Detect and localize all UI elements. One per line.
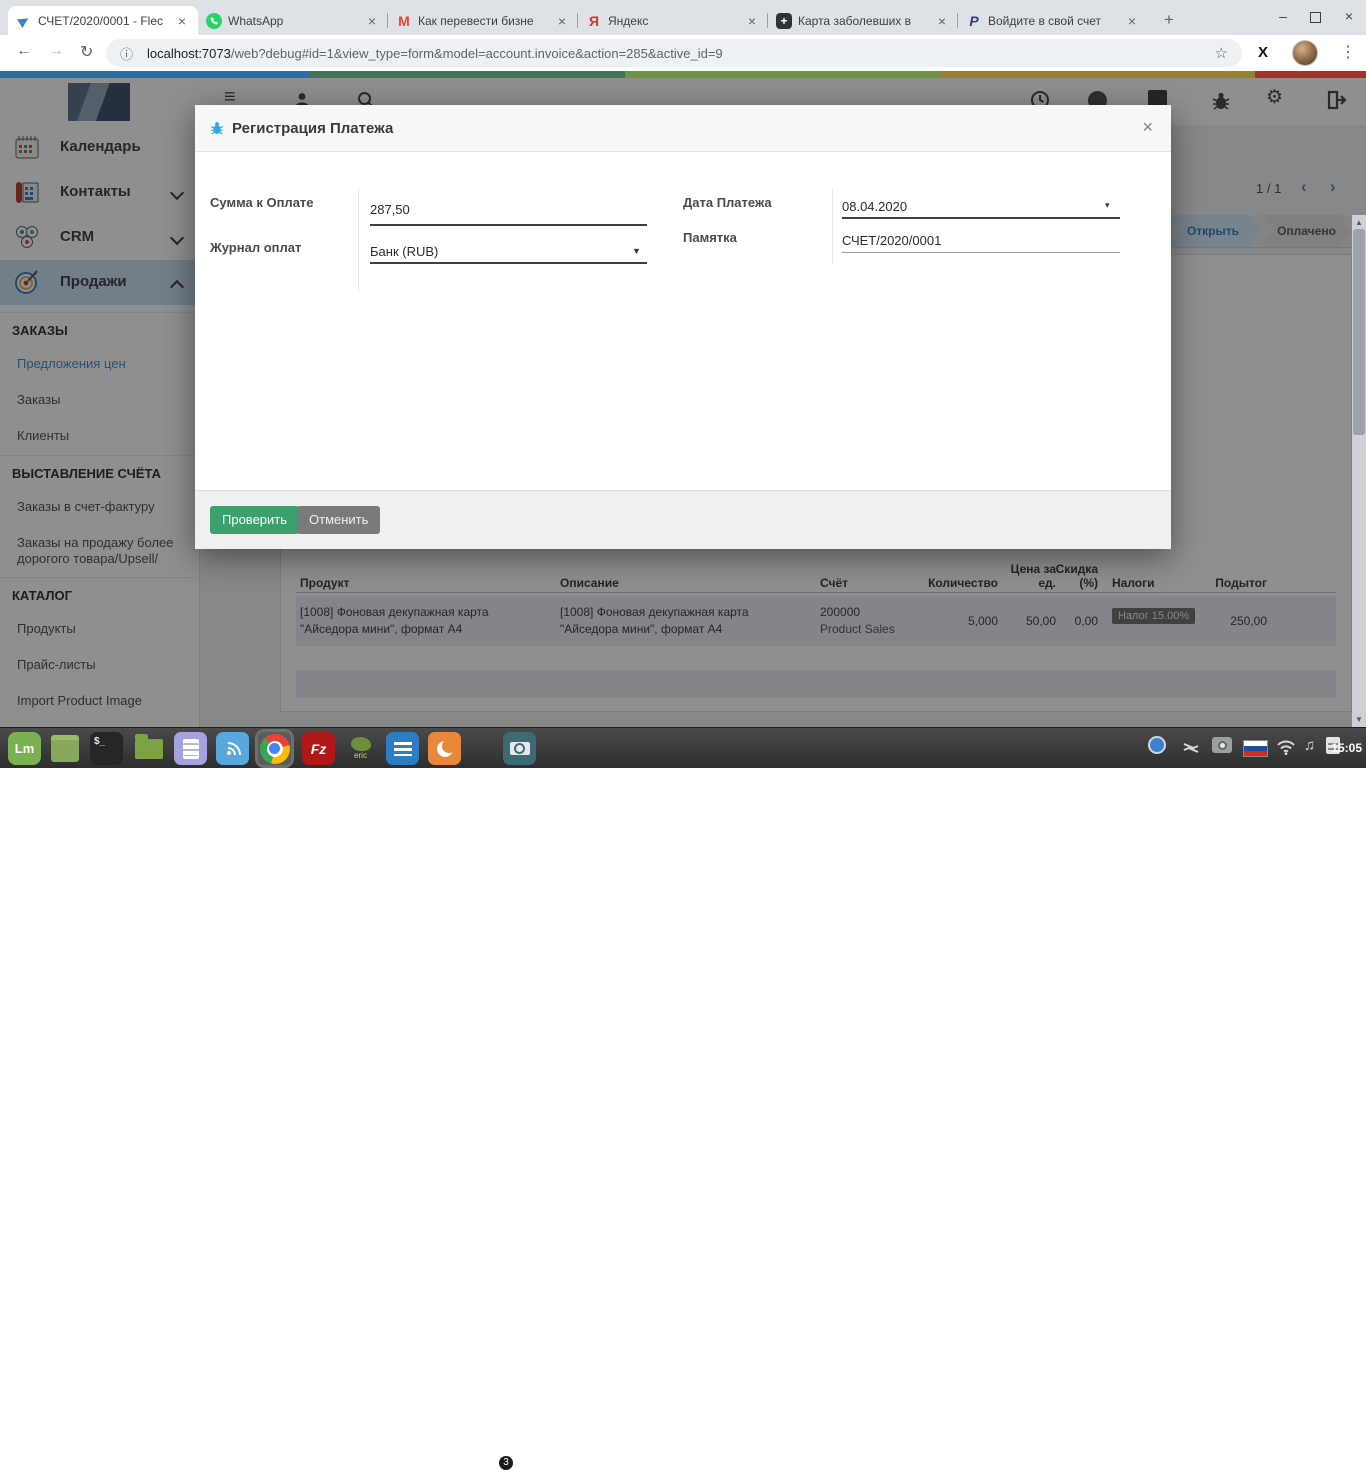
taskbar: Lm $_ Fz eric 3 ♫ 15:05 xyxy=(0,727,1366,768)
site-info-icon[interactable]: ⓘ xyxy=(120,44,133,63)
file-manager-icon[interactable] xyxy=(132,732,165,765)
new-tab-button[interactable]: + xyxy=(1156,7,1182,33)
modal-close-icon[interactable]: × xyxy=(1142,117,1153,138)
remote-viewer-icon[interactable] xyxy=(216,732,249,765)
form-column-divider xyxy=(832,188,833,264)
page-scrollbar[interactable]: ▲ ▼ xyxy=(1352,215,1366,727)
taskbar-clock: 15:05 xyxy=(1331,741,1362,755)
scroll-down-icon[interactable]: ▼ xyxy=(1352,715,1366,724)
nvidia-icon[interactable] xyxy=(1212,737,1232,753)
scrollbar-thumb[interactable] xyxy=(1353,229,1365,435)
paypal-favicon: P xyxy=(966,13,982,29)
cancel-button[interactable]: Отменить xyxy=(297,506,380,534)
url-host: localhost:7073 xyxy=(147,46,231,61)
window-restore-button[interactable] xyxy=(1300,0,1330,35)
map-favicon: + xyxy=(776,13,792,29)
browser-menu-icon[interactable]: ⋮ xyxy=(1340,42,1356,62)
tab-close-icon[interactable]: × xyxy=(364,13,380,29)
payment-date-label: Дата Платежа xyxy=(683,195,772,210)
bug-icon xyxy=(209,120,225,136)
keyboard-layout-ru-flag[interactable] xyxy=(1243,740,1268,757)
network-tool-icon[interactable] xyxy=(1182,739,1200,757)
yandex-favicon: Я xyxy=(586,13,602,29)
tab-close-icon[interactable]: × xyxy=(934,13,950,29)
back-icon[interactable]: ← xyxy=(16,42,32,60)
whatsapp-favicon xyxy=(206,13,222,29)
journal-underline xyxy=(370,262,647,264)
screenshot-count-badge: 3 xyxy=(499,1456,513,1470)
profile-avatar[interactable] xyxy=(1292,40,1318,66)
url-text: localhost:7073/web?debug#id=1&view_type=… xyxy=(147,46,1215,61)
journal-label: Журнал оплат xyxy=(210,240,301,255)
extension-x-icon[interactable]: X xyxy=(1258,44,1268,61)
payment-date-input[interactable]: 08.04.2020 xyxy=(842,199,907,214)
tab-title: Яндекс xyxy=(608,14,738,28)
filezilla-icon[interactable]: Fz xyxy=(302,732,335,765)
tab-close-icon[interactable]: × xyxy=(1124,13,1140,29)
memo-label: Памятка xyxy=(683,230,737,245)
tab-title: WhatsApp xyxy=(228,14,358,28)
scroll-up-icon[interactable]: ▲ xyxy=(1352,218,1366,227)
flectra-favicon xyxy=(16,13,32,29)
chrome-icon[interactable] xyxy=(258,732,291,765)
tab-title: Карта заболевших в xyxy=(798,14,928,28)
window-minimize-button[interactable]: – xyxy=(1268,0,1298,35)
text-editor-icon[interactable] xyxy=(174,732,207,765)
journal-select[interactable]: Банк (RUB) xyxy=(370,244,438,259)
validate-button[interactable]: Проверить xyxy=(210,506,299,534)
tab-close-icon[interactable]: × xyxy=(554,13,570,29)
journal-caret-icon[interactable]: ▼ xyxy=(632,246,641,256)
tab-yandex[interactable]: Я Яндекс × xyxy=(578,6,768,35)
amount-input[interactable]: 287,50 xyxy=(370,202,410,217)
form-column-divider xyxy=(358,188,359,292)
tab-gmail[interactable]: M Как перевести бизне × xyxy=(388,6,578,35)
modal-header: Регистрация Платежа × xyxy=(195,105,1171,152)
amount-label: Сумма к Оплате xyxy=(210,195,314,210)
url-path: /web?debug#id=1&view_type=form&model=acc… xyxy=(231,46,723,61)
window-close-button[interactable]: × xyxy=(1334,0,1364,35)
tab-flectra-invoice[interactable]: СЧЕТ/2020/0001 - Flec × xyxy=(8,6,198,35)
browser-toolbar: ← → ↻ ⓘ localhost:7073/web?debug#id=1&vi… xyxy=(0,35,1366,71)
gmail-favicon: M xyxy=(396,13,412,29)
wifi-icon[interactable] xyxy=(1276,739,1296,755)
tab-close-icon[interactable]: × xyxy=(174,13,190,29)
date-caret-icon[interactable]: ▾ xyxy=(1105,200,1110,211)
tab-whatsapp[interactable]: WhatsApp × xyxy=(198,6,388,35)
orange-app-icon[interactable] xyxy=(428,732,461,765)
memo-input[interactable]: СЧЕТ/2020/0001 xyxy=(842,233,941,248)
register-payment-modal: Регистрация Платежа × Сумма к Оплате 287… xyxy=(195,105,1171,549)
web-page: ≡ ⚙ Календарь Контакты CRM Продажи xyxy=(0,78,1366,727)
tab-close-icon[interactable]: × xyxy=(744,13,760,29)
memo-underline xyxy=(842,252,1120,253)
forward-icon[interactable]: → xyxy=(48,42,64,60)
firewall-shield-icon[interactable] xyxy=(1148,736,1166,754)
tab-paypal[interactable]: P Войдите в свой счет × xyxy=(958,6,1148,35)
flectra-rainbow-strip xyxy=(0,71,1366,78)
screenshot-tool-icon[interactable] xyxy=(503,732,536,765)
tab-title: Как перевести бизне xyxy=(418,14,548,28)
tab-title: Войдите в свой счет xyxy=(988,14,1118,28)
terminal-icon[interactable]: $_ xyxy=(90,732,123,765)
bookmark-star-icon[interactable]: ☆ xyxy=(1215,44,1228,62)
tab-covid-map[interactable]: + Карта заболевших в × xyxy=(768,6,958,35)
browser-tab-strip: СЧЕТ/2020/0001 - Flec × WhatsApp × M Как… xyxy=(0,0,1366,35)
reload-icon[interactable]: ↻ xyxy=(80,42,93,62)
date-underline xyxy=(842,217,1120,219)
amount-underline xyxy=(370,224,647,226)
eric-ide-icon[interactable]: eric xyxy=(344,732,377,765)
show-desktop-icon[interactable] xyxy=(48,732,81,765)
mint-menu-icon[interactable]: Lm xyxy=(8,732,41,765)
address-bar[interactable]: ⓘ localhost:7073/web?debug#id=1&view_typ… xyxy=(106,39,1242,67)
tab-title: СЧЕТ/2020/0001 - Flec xyxy=(38,14,168,28)
audio-music-icon[interactable]: ♫ xyxy=(1304,737,1315,754)
modal-title: Регистрация Платежа xyxy=(232,120,393,137)
eric-label: eric xyxy=(354,751,367,760)
modal-footer: Проверить Отменить xyxy=(195,490,1171,549)
writer-icon[interactable] xyxy=(386,732,419,765)
